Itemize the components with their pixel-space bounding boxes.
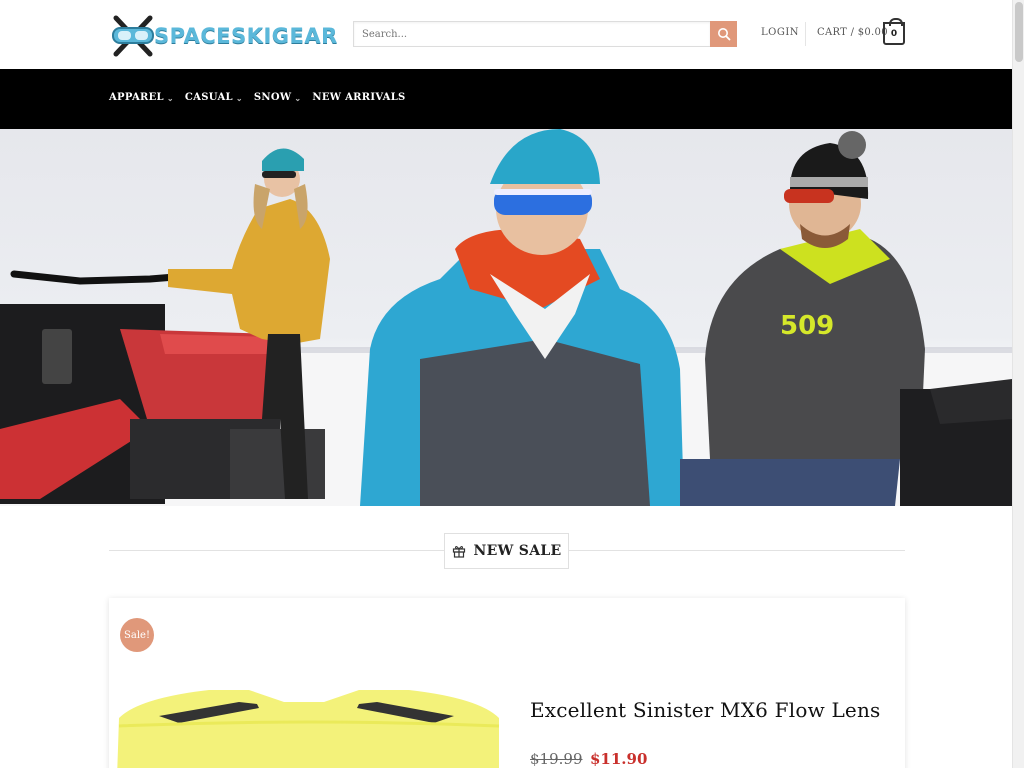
nav-item-label: CASUAL [184,92,233,103]
hero-banner-image: 509 [0,129,1012,506]
section-title: NEW SALE [444,533,569,569]
nav-item-label: NEW ARRIVALS [312,92,406,103]
search-form [353,21,737,47]
chest-logo: 509 [780,311,834,341]
section-title-text: NEW SALE [473,543,562,559]
price-new: $11.90 [590,750,648,768]
product-lens-image[interactable] [109,678,509,768]
goggles-logo-icon [110,14,156,58]
nav-item-label: APPAREL [109,92,164,103]
cart-link[interactable]: CART / $0.00 [817,27,888,38]
site-header: SPACESKIGEAR LOGIN CART / $0.00 0 [0,0,1012,69]
section-divider-right [569,550,905,551]
product-card[interactable]: Sale! Excellent Sinister MX6 Flow Lens $… [109,598,905,768]
cart-count-icon[interactable]: 0 [883,18,905,45]
site-logo[interactable]: SPACESKIGEAR [110,14,338,58]
gift-icon [452,546,465,558]
sale-badge: Sale! [120,618,154,652]
nav-item-new-arrivals[interactable]: NEW ARRIVALS [312,92,405,103]
person-right: 509 [680,131,925,506]
search-icon [717,28,730,41]
main-nav: APPAREL ⌄ CASUAL ⌄ SNOW ⌄ NEW ARRIVALS [0,69,1012,129]
nav-item-casual[interactable]: CASUAL ⌄ [185,92,243,103]
page-scrollbar[interactable] [1012,0,1024,768]
scrollbar-thumb[interactable] [1015,2,1023,62]
logo-text: SPACESKIGEAR [154,24,338,48]
section-divider-left [109,550,444,551]
product-title[interactable]: Excellent Sinister MX6 Flow Lens [530,698,881,722]
nav-item-snow[interactable]: SNOW ⌄ [254,92,302,103]
chevron-down-icon: ⌄ [235,92,243,103]
price-old: $19.99 [530,750,583,768]
search-input[interactable] [353,21,710,47]
header-divider [805,22,806,46]
chevron-down-icon: ⌄ [294,92,302,103]
login-link[interactable]: LOGIN [761,27,799,38]
nav-item-label: SNOW [253,92,292,103]
nav-item-apparel[interactable]: APPAREL ⌄ [109,92,174,103]
chevron-down-icon: ⌄ [166,92,174,103]
person-center [360,129,684,506]
search-button[interactable] [710,21,737,47]
hero-banner[interactable]: 509 [0,129,1012,506]
